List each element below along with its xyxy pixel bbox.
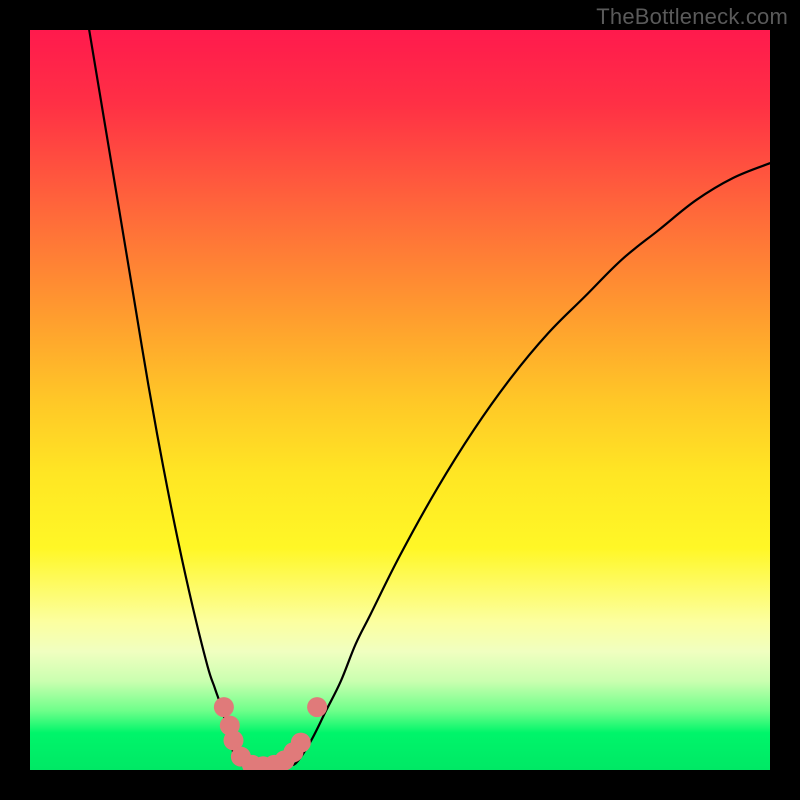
watermark-text: TheBottleneck.com [596, 4, 788, 30]
bottleneck-curve [89, 30, 770, 768]
valley-marker [214, 697, 234, 717]
chart-frame: TheBottleneck.com [0, 0, 800, 800]
valley-marker [291, 733, 311, 753]
valley-marker [307, 697, 327, 717]
curve-layer [30, 30, 770, 770]
plot-area [30, 30, 770, 770]
